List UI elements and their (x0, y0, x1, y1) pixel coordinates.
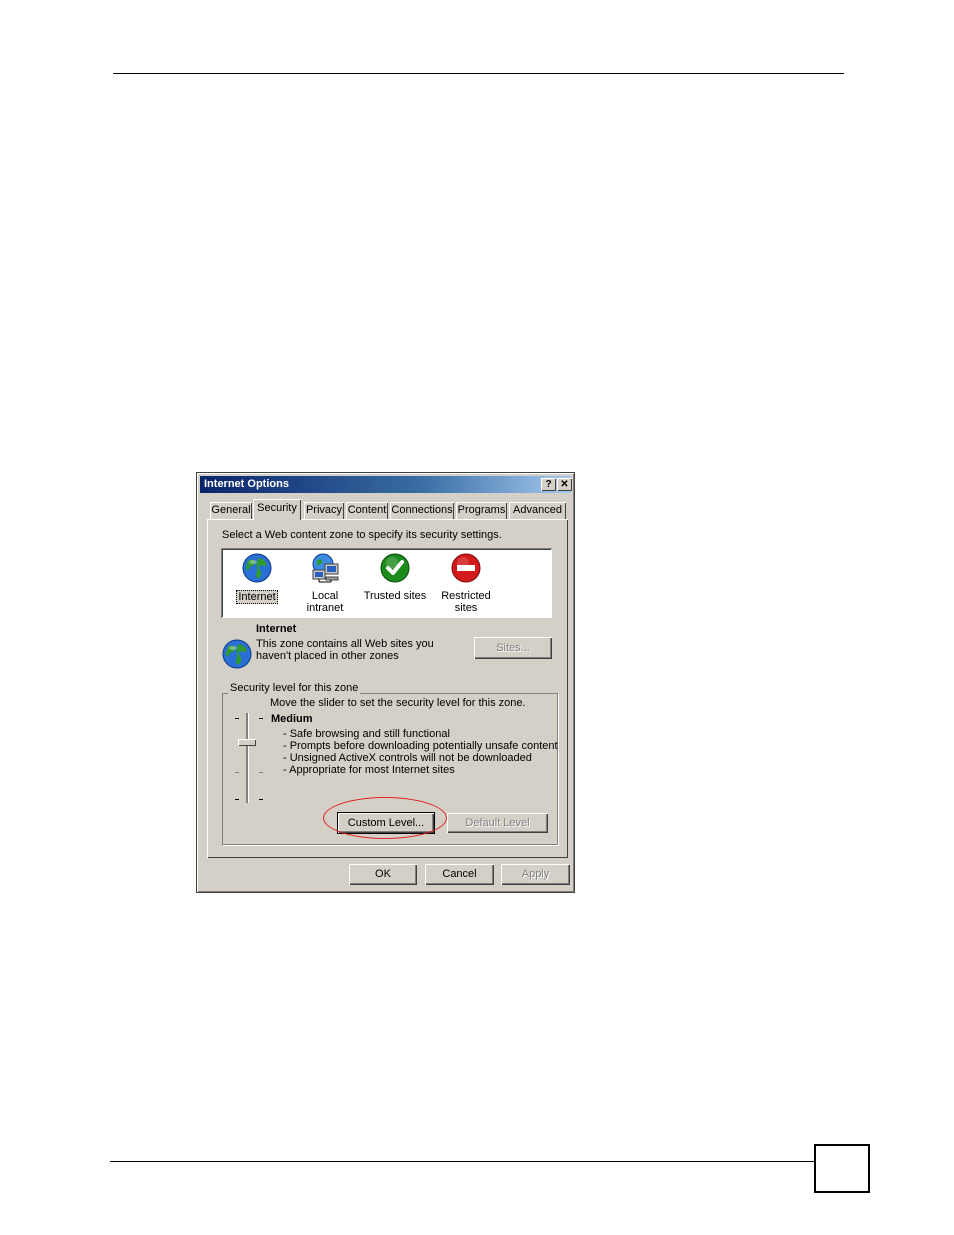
page-footer-rule (110, 1161, 814, 1162)
security-slider-track[interactable] (246, 713, 248, 803)
globe-icon (222, 639, 252, 669)
selected-zone-globe-icon (221, 638, 253, 673)
ok-button[interactable]: OK (349, 864, 417, 885)
red-no-entry-icon (451, 553, 481, 583)
slider-tick (259, 718, 263, 719)
zone-info-title: Internet (256, 623, 297, 635)
level-detail-line: - Prompts before downloading potentially… (283, 740, 558, 752)
zone-trusted-sites[interactable]: Trusted sites (362, 552, 428, 602)
tab-general[interactable]: General (210, 502, 252, 519)
zone-local-intranet-label: Local intranet (306, 590, 344, 614)
slider-tick (235, 799, 239, 800)
close-button[interactable]: ✕ (557, 478, 572, 491)
slider-tick (259, 772, 263, 773)
sites-button[interactable]: Sites... (474, 637, 552, 659)
slider-tick (235, 772, 239, 773)
network-computer-icon (312, 553, 339, 583)
title-bar[interactable]: Internet Options ? ✕ (200, 476, 572, 493)
default-level-button[interactable]: Default Level (447, 813, 548, 833)
zone-restricted-sites-label: Restricted sites (441, 590, 491, 614)
zone-internet[interactable]: Internet (224, 552, 290, 604)
zone-info-description: This zone contains all Web sites you hav… (256, 638, 434, 662)
tab-strip: General Security Privacy Content Connect… (207, 499, 569, 520)
zone-list: Internet Local intranet Trusted sites Re… (221, 548, 552, 618)
security-level-name: Medium (271, 713, 313, 725)
zone-internet-label: Internet (236, 590, 278, 604)
slider-hint: Move the slider to set the security leve… (270, 697, 526, 709)
page-header-rule (113, 73, 844, 74)
slider-tick (235, 718, 239, 719)
close-icon: ✕ (560, 479, 569, 490)
level-detail-line: - Appropriate for most Internet sites (283, 764, 455, 776)
globe-icon (242, 553, 272, 583)
zone-restricted-sites[interactable]: Restricted sites (432, 552, 500, 614)
tab-connections[interactable]: Connections (390, 502, 454, 519)
zone-trusted-sites-label: Trusted sites (363, 590, 427, 602)
page-number-box (814, 1144, 870, 1193)
level-detail-line: - Safe browsing and still functional (283, 728, 450, 740)
security-slider-thumb[interactable] (238, 739, 256, 746)
tab-content[interactable]: Content (346, 502, 388, 519)
level-detail-line: - Unsigned ActiveX controls will not be … (283, 752, 532, 764)
zone-prompt: Select a Web content zone to specify its… (222, 529, 502, 541)
tab-security[interactable]: Security (253, 499, 301, 520)
help-button[interactable]: ? (541, 478, 556, 491)
tab-programs[interactable]: Programs (456, 502, 507, 519)
cancel-button[interactable]: Cancel (425, 864, 494, 885)
security-level-legend: Security level for this zone (228, 682, 361, 694)
annotation-highlight-ring (323, 797, 447, 839)
tab-privacy[interactable]: Privacy (304, 502, 344, 519)
security-level-details: - Safe browsing and still functional - P… (283, 728, 558, 776)
green-check-icon (380, 553, 410, 583)
tab-advanced[interactable]: Advanced (509, 502, 566, 519)
help-icon: ? (545, 479, 552, 490)
zone-local-intranet[interactable]: Local intranet (292, 552, 358, 614)
apply-button[interactable]: Apply (501, 864, 570, 885)
dialog-title: Internet Options (204, 478, 289, 490)
slider-tick (259, 799, 263, 800)
internet-options-dialog: Internet Options ? ✕ General Security Pr… (196, 472, 575, 893)
